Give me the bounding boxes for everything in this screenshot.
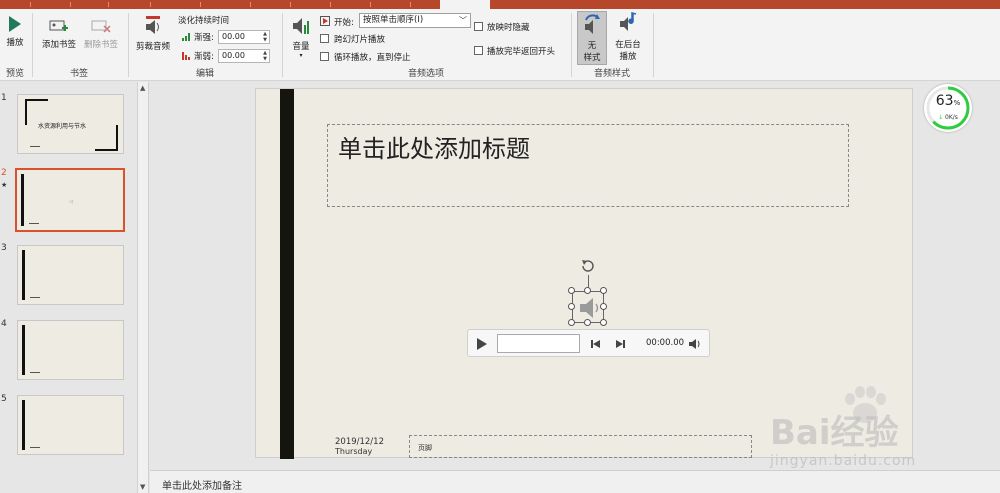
fade-out-input[interactable]: 00.00 ▲ ▼ [218,49,270,63]
skip-forward-icon[interactable] [614,339,626,349]
baidu-jingyan-watermark: Bai经验 jingyan.baidu.com [770,385,990,485]
remove-bookmark-icon [91,20,111,33]
trim-audio-button[interactable]: 剪裁音频 [132,15,174,52]
volume-icon [293,18,309,34]
hide-during-show-label: 放映时隐藏 [487,23,530,33]
audio-player-bar: 00:00.00 [467,329,710,357]
watermark-brand: Bai经验 [770,413,899,453]
gauge-speed: ↓ 0K/s [938,114,958,121]
fade-in-icon [182,33,190,41]
start-icon [320,16,330,26]
rotate-handle-icon[interactable] [579,257,597,275]
slide-number-5: 5 [1,394,7,404]
resize-handle[interactable] [600,287,607,294]
cross-slides-label: 跨幻灯片播放 [334,35,386,45]
slide-weekday: Thursday [335,447,373,456]
slide-2-animation-star: ★ [1,181,8,189]
play-in-background-button[interactable]: 在后台 播放 [609,11,647,62]
resize-handle[interactable] [584,319,591,326]
player-time: 00:00.00 [646,338,685,348]
fade-in-input[interactable]: 00.00 ▲ ▼ [218,30,270,44]
scroll-up-arrow-icon[interactable]: ▲ [140,84,145,92]
bookmarks-group-label: 书签 [69,69,88,79]
thumbnail-scrollbar[interactable]: ▲ ▼ [137,82,149,493]
add-bookmark-icon [49,20,68,31]
fade-duration-title: 淡化持续时间 [178,16,230,26]
network-speed-gauge[interactable]: 63% ↓ 0K/s [924,84,972,132]
cross-slides-checkbox[interactable] [320,34,329,43]
trim-audio-icon [146,16,160,34]
ribbon-tab-strip [0,0,1000,9]
slide-thumbnail-1[interactable]: 水资源利用与节水 [17,94,124,154]
rewind-label: 播放完毕返回开头 [487,47,556,57]
scroll-down-arrow-icon[interactable]: ▼ [140,483,145,491]
rewind-checkbox[interactable] [474,46,483,55]
slide-decor-bar [280,89,294,459]
slide-2-audio-mini-icon: ◁ [69,199,73,205]
slide-thumbnail-4[interactable] [17,320,124,380]
skip-back-icon[interactable] [590,339,602,349]
fade-out-label: 渐弱: [194,52,214,62]
no-style-icon [585,14,600,34]
slide-date: 2019/12/12 [335,437,384,447]
editing-group-label: 编辑 [195,69,214,79]
start-label: 开始: [334,18,354,28]
play-in-background-icon [620,12,637,31]
start-select[interactable]: 按照单击顺序(I) ﹀ [359,13,471,28]
preview-group: 播放 预览 [0,11,30,79]
loop-checkbox[interactable] [320,52,329,61]
slide-number-1: 1 [1,93,7,103]
player-progress-track[interactable] [497,334,580,353]
slide-number-3: 3 [1,243,7,253]
resize-handle[interactable] [600,303,607,310]
fade-in-label: 渐强: [194,33,214,43]
slide-thumbnail-3[interactable] [17,245,124,305]
audio-styles-group-label: 音频样式 [593,69,630,79]
remove-bookmark-button[interactable]: 删除书签 [80,17,122,50]
watermark-url: jingyan.baidu.com [770,453,917,469]
preview-group-label: 预览 [5,69,24,79]
resize-handle[interactable] [584,287,591,294]
slide-thumbnail-5[interactable] [17,395,124,455]
loop-label: 循环播放，直到停止 [334,53,411,63]
play-button[interactable]: 播放 [2,15,28,48]
resize-handle[interactable] [568,319,575,326]
slide-number-2: 2 [1,168,7,178]
play-icon [9,16,21,32]
title-placeholder[interactable]: 单击此处添加标题 [327,124,849,207]
slide-number-4: 4 [1,319,7,329]
resize-handle[interactable] [600,319,607,326]
footer-placeholder[interactable]: 页脚 [409,435,752,458]
volume-button[interactable]: 音量 ▾ [286,15,316,59]
fade-out-icon [182,52,190,60]
tab-playback[interactable] [440,0,490,9]
add-bookmark-button[interactable]: 添加书签 [38,17,80,50]
ribbon: 播放 预览 添加书签 删除书签 书签 剪裁音频 淡化持续时间 渐强: 00.00… [0,9,1000,81]
player-volume-icon[interactable] [688,338,702,350]
audio-options-group-label: 音频选项 [407,69,444,79]
player-play-icon[interactable] [476,337,488,351]
download-arrow-icon: ↓ [938,114,944,121]
slide-thumbnail-2[interactable]: ◁ [15,168,125,232]
slide-thumbnail-panel: 1 水资源利用与节水 2 ★ ◁ 3 4 5 [0,82,136,493]
no-style-button[interactable]: 无 样式 [577,11,607,65]
hide-during-show-checkbox[interactable] [474,22,483,31]
audio-styles-group: 无 样式 在后台 播放 音频样式 [573,11,651,79]
resize-handle[interactable] [568,303,575,310]
slide-1-title: 水资源利用与节水 [38,123,87,130]
title-placeholder-text: 单击此处添加标题 [338,135,530,163]
audio-options-group: 音量 ▾ 开始: 按照单击顺序(I) ﹀ 跨幻灯片播放 循环播放，直到停止 放映时… [284,11,568,79]
bookmarks-group: 添加书签 删除书签 书签 [34,11,124,79]
resize-handle[interactable] [568,287,575,294]
editing-group: 剪裁音频 淡化持续时间 渐强: 00.00 ▲ ▼ 渐弱: 00.00 ▲ ▼ 编辑 [130,11,280,79]
gauge-percent-row: 63% [935,93,961,109]
